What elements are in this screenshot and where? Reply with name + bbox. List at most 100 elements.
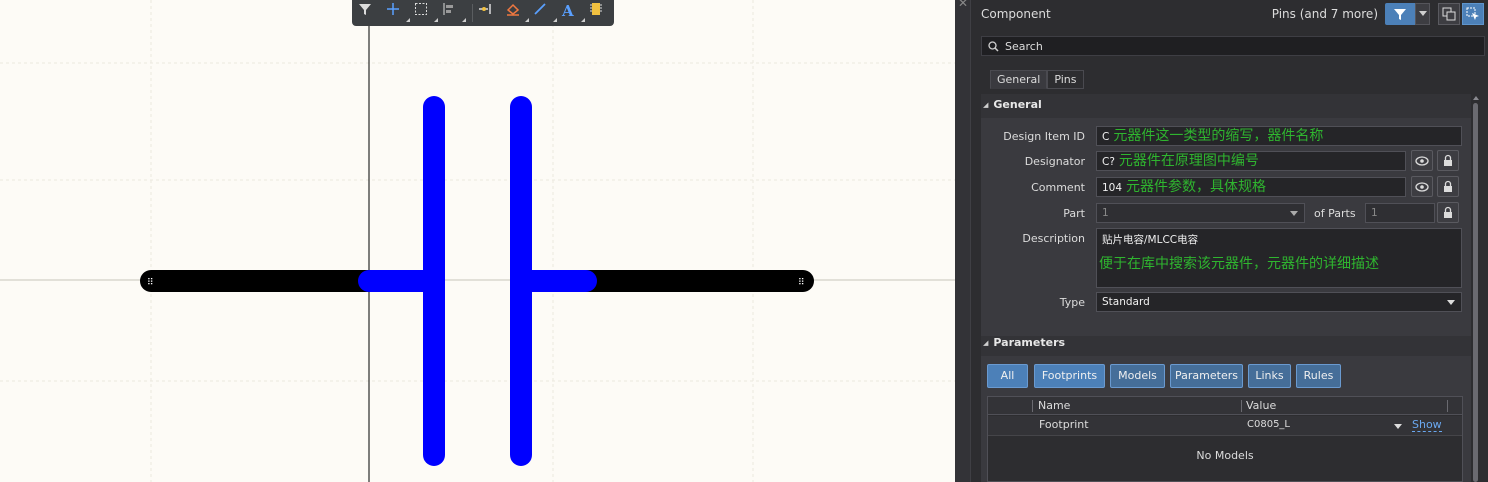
description-note: 便于在库中搜索该元器件，元器件的详细描述 xyxy=(1099,256,1379,272)
no-models-text: No Models xyxy=(1196,449,1254,462)
table-row[interactable]: Footprint C0805_L Show xyxy=(988,416,1462,436)
comment-note: 元器件参数，具体规格 xyxy=(1126,179,1267,195)
params-filter-parameters[interactable]: Parameters xyxy=(1170,364,1243,388)
of-parts-label: of Parts xyxy=(1314,207,1356,220)
properties-panel: ✕ Component Pins (and 7 more) General Pi… xyxy=(955,0,1488,482)
place-text-button[interactable]: A xyxy=(561,2,586,24)
part-value: 1 xyxy=(1102,207,1109,219)
parameters-section-header[interactable]: ◢ Parameters xyxy=(983,336,1065,349)
chevron-down-icon[interactable] xyxy=(1394,424,1402,429)
part-lock-button[interactable] xyxy=(1437,202,1459,223)
schematic-drawing: ⠿ ⠿ xyxy=(0,0,955,482)
pin-right[interactable]: ⠿ xyxy=(575,270,814,292)
tab-general[interactable]: General xyxy=(990,70,1048,89)
collapse-triangle-icon: ◢ xyxy=(983,100,989,109)
description-field[interactable]: 贴片电容/MLCC电容 便于在库中搜索该元器件，元器件的详细描述 xyxy=(1096,228,1462,288)
tab-bar: General Pins xyxy=(990,70,1084,89)
tab-pins[interactable]: Pins xyxy=(1047,70,1084,89)
close-icon[interactable]: ✕ xyxy=(958,0,968,10)
filter-dropdown-button[interactable] xyxy=(1415,3,1430,25)
filter-tool-button[interactable] xyxy=(358,2,383,24)
type-label: Type xyxy=(1059,296,1085,309)
chevron-down-icon xyxy=(1290,211,1298,216)
search-input[interactable] xyxy=(1005,39,1465,53)
general-section-header[interactable]: ◢ General xyxy=(983,98,1042,111)
description-label: Description xyxy=(1022,232,1085,245)
filter-icon xyxy=(359,4,371,15)
comment-value: 104 xyxy=(1102,182,1123,194)
column-separator[interactable] xyxy=(1241,400,1242,412)
place-fill-button[interactable] xyxy=(505,2,530,24)
parameters-section-title: Parameters xyxy=(993,336,1066,349)
column-separator[interactable] xyxy=(1447,400,1448,412)
comment-label: Comment xyxy=(1031,181,1085,194)
params-filter-footprints[interactable]: Footprints xyxy=(1034,364,1105,388)
comment-visibility-button[interactable] xyxy=(1411,176,1433,197)
column-header-name[interactable]: Name xyxy=(1038,399,1070,412)
param-name-cell: Footprint xyxy=(1039,418,1089,431)
column-separator[interactable] xyxy=(1032,400,1033,412)
params-filter-links[interactable]: Links xyxy=(1248,364,1291,388)
column-header-value[interactable]: Value xyxy=(1246,399,1276,412)
toolbar-separator xyxy=(471,4,473,22)
params-filter-rules[interactable]: Rules xyxy=(1296,364,1341,388)
select-mode-button[interactable] xyxy=(1462,3,1484,25)
param-value-cell[interactable]: C0805_L xyxy=(1247,419,1290,430)
copy-selection-button[interactable] xyxy=(1438,3,1460,25)
place-pin-button[interactable] xyxy=(478,2,503,24)
design-item-id-field[interactable]: C 元器件这一类型的缩写，器件名称 xyxy=(1096,126,1462,146)
collapse-triangle-icon: ◢ xyxy=(983,338,989,347)
type-select[interactable]: Standard xyxy=(1096,292,1462,312)
place-line-button[interactable] xyxy=(533,2,558,24)
scroll-thumb[interactable] xyxy=(1473,103,1478,482)
pin-left[interactable]: ⠿ xyxy=(140,270,380,292)
chevron-down-icon xyxy=(1418,11,1427,16)
component-icon xyxy=(590,3,603,15)
designator-lock-button[interactable] xyxy=(1437,150,1459,171)
search-icon xyxy=(988,40,999,52)
comment-lock-button[interactable] xyxy=(1437,176,1459,197)
panel-header: Component Pins (and 7 more) xyxy=(971,0,1488,28)
panel-scrollbar[interactable] xyxy=(1472,94,1480,482)
pin-icon xyxy=(478,4,491,14)
crosshair-icon xyxy=(386,3,399,15)
place-component-button[interactable] xyxy=(589,2,614,24)
select-area-button[interactable] xyxy=(414,2,439,24)
show-link[interactable]: Show xyxy=(1412,418,1442,432)
cursor-select-icon xyxy=(1466,7,1479,20)
designator-visibility-button[interactable] xyxy=(1411,150,1433,171)
part-select[interactable]: 1 xyxy=(1096,203,1305,223)
lock-icon xyxy=(1444,154,1452,166)
svg-text:A: A xyxy=(561,2,574,18)
design-item-id-value: C xyxy=(1102,131,1110,143)
eye-icon xyxy=(1415,155,1429,166)
design-item-id-note: 元器件这一类型的缩写，器件名称 xyxy=(1113,128,1324,144)
of-parts-value: 1 xyxy=(1371,207,1378,219)
eraser-icon xyxy=(507,3,520,16)
params-filter-models[interactable]: Models xyxy=(1110,364,1165,388)
align-left-icon xyxy=(443,3,453,15)
schematic-canvas[interactable]: ⠿ ⠿ A xyxy=(0,0,955,482)
filter-button[interactable] xyxy=(1385,3,1415,25)
place-cross-button[interactable] xyxy=(386,2,411,24)
panel-gutter: ✕ xyxy=(955,0,971,482)
panel-title: Component xyxy=(981,7,1051,21)
comment-field[interactable]: 104 元器件参数，具体规格 xyxy=(1096,177,1406,197)
pin-grip-icon: ⠿ xyxy=(798,277,805,288)
active-bar-toolbar: A xyxy=(352,0,614,26)
scroll-up-icon xyxy=(1473,96,1479,100)
select-rect-icon xyxy=(414,3,427,15)
parameters-table: Name Value Footprint C0805_L Show No Mod… xyxy=(987,396,1463,482)
chevron-down-icon xyxy=(1447,300,1455,305)
search-box[interactable] xyxy=(981,36,1485,56)
panel-content: ◢ General Design Item ID C 元器件这一类型的缩写，器件名… xyxy=(981,94,1471,482)
align-button[interactable] xyxy=(442,2,467,24)
params-filter-all[interactable]: All xyxy=(987,364,1028,388)
designator-label: Designator xyxy=(1024,155,1085,168)
designator-note: 元器件在原理图中编号 xyxy=(1118,153,1259,169)
filter-icon xyxy=(1394,9,1406,20)
of-parts-field: 1 xyxy=(1365,203,1435,223)
designator-value: C? xyxy=(1102,156,1115,168)
designator-field[interactable]: C? 元器件在原理图中编号 xyxy=(1096,151,1406,171)
general-section-title: General xyxy=(993,98,1042,111)
